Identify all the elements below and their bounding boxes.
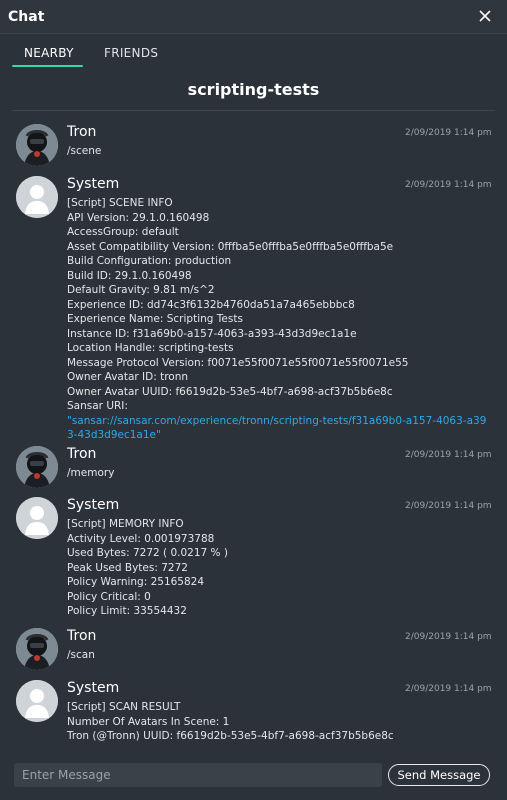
message-line: Experience ID: dd74c3f6132b4760da51a7a46… <box>67 298 355 311</box>
message-input[interactable] <box>14 763 382 787</box>
tron-avatar-icon[interactable] <box>16 446 58 488</box>
tab-friends[interactable]: FRIENDS <box>104 46 158 60</box>
default-user-avatar-icon[interactable] <box>16 680 58 722</box>
sender-name: System <box>67 176 120 192</box>
message-line: Owner Avatar UUID: f6619d2b-53e5-4bf7-a6… <box>67 385 393 398</box>
close-icon[interactable] <box>475 6 495 26</box>
active-tab-indicator <box>12 65 83 67</box>
message-line: Tron (@Tronn) UUID: f6619d2b-53e5-4bf7-a… <box>67 730 394 742</box>
message-line: Number Of Avatars In Scene: 1 <box>67 715 230 728</box>
message-scrollbar[interactable] <box>497 114 502 747</box>
message-line: [Script] SCENE INFO <box>67 197 173 209</box>
message-line: /memory <box>67 467 115 479</box>
message-line: /scan <box>67 649 95 661</box>
tron-avatar-icon[interactable] <box>16 124 58 166</box>
timestamp: 2/09/2019 1:14 pm <box>405 632 492 642</box>
channel-title: scripting-tests <box>187 80 320 99</box>
timestamp: 2/09/2019 1:14 pm <box>405 128 492 138</box>
message-line: Policy Critical: 0 <box>67 590 151 603</box>
message-line: [Script] SCAN RESULT <box>67 701 181 713</box>
message-line: Instance ID: f31a69b0-a157-4063-a393-43d… <box>67 327 357 340</box>
tab-nearby[interactable]: NEARBY <box>24 46 74 60</box>
sender-name: Tron <box>67 628 97 644</box>
message-body: /scene <box>67 144 487 159</box>
sender-name: Tron <box>67 446 97 462</box>
message-line: Location Handle: scripting-tests <box>67 342 234 354</box>
message-line: Asset Compatibility Version: 0fffba5e0ff… <box>67 240 394 253</box>
message-body: [Script] SCENE INFO API Version: 29.1.0.… <box>67 196 487 443</box>
message-line: Owner Avatar ID: tronn <box>67 371 189 383</box>
sender-name: System <box>67 497 120 513</box>
message-line: Activity Level: 0.001973788 <box>67 532 215 545</box>
message-line: Build Configuration: production <box>67 255 232 267</box>
sansar-uri-link[interactable]: "sansar://sansar.com/experience/tronn/sc… <box>67 414 487 443</box>
message-list[interactable]: Tron 2/09/2019 1:14 pm /scene System 2/0… <box>0 114 495 747</box>
timestamp: 2/09/2019 1:14 pm <box>405 450 492 460</box>
message-line: Build ID: 29.1.0.160498 <box>67 269 192 282</box>
title-bar: Chat <box>0 0 507 34</box>
message-line: Experience Name: Scripting Tests <box>67 313 243 325</box>
message-line: /scene <box>67 145 102 157</box>
sender-name: System <box>67 680 120 696</box>
message-body: /memory <box>67 466 487 481</box>
message-line: Message Protocol Version: f0071e55f0071e… <box>67 356 409 369</box>
timestamp: 2/09/2019 1:14 pm <box>405 501 492 511</box>
message-line: Sansar URI: <box>67 400 128 412</box>
tron-avatar-icon[interactable] <box>16 628 58 670</box>
default-user-avatar-icon[interactable] <box>16 176 58 218</box>
message-line: [Script] MEMORY INFO <box>67 518 184 530</box>
message-line: AccessGroup: default <box>67 226 179 238</box>
composer: Send Message <box>0 755 507 800</box>
message-line: API Version: 29.1.0.160498 <box>67 211 210 224</box>
timestamp: 2/09/2019 1:14 pm <box>405 180 492 190</box>
message-line: Peak Used Bytes: 7272 <box>67 561 188 574</box>
default-user-avatar-icon[interactable] <box>16 497 58 539</box>
message-line: Policy Limit: 33554432 <box>67 605 187 617</box>
divider <box>12 110 495 111</box>
sender-name: Tron <box>67 124 97 140</box>
tab-bar: NEARBY FRIENDS <box>0 34 507 72</box>
window-title: Chat <box>8 9 45 25</box>
timestamp: 2/09/2019 1:14 pm <box>405 684 492 694</box>
message-body: [Script] SCAN RESULT Number Of Avatars I… <box>67 700 487 744</box>
send-message-button[interactable]: Send Message <box>388 764 490 786</box>
message-body: /scan <box>67 648 487 663</box>
message-body: [Script] MEMORY INFO Activity Level: 0.0… <box>67 517 487 619</box>
message-line: Used Bytes: 7272 ( 0.0217 % ) <box>67 547 228 559</box>
message-line: Default Gravity: 9.81 m/s^2 <box>67 284 215 296</box>
message-line: Policy Warning: 25165824 <box>67 576 205 588</box>
